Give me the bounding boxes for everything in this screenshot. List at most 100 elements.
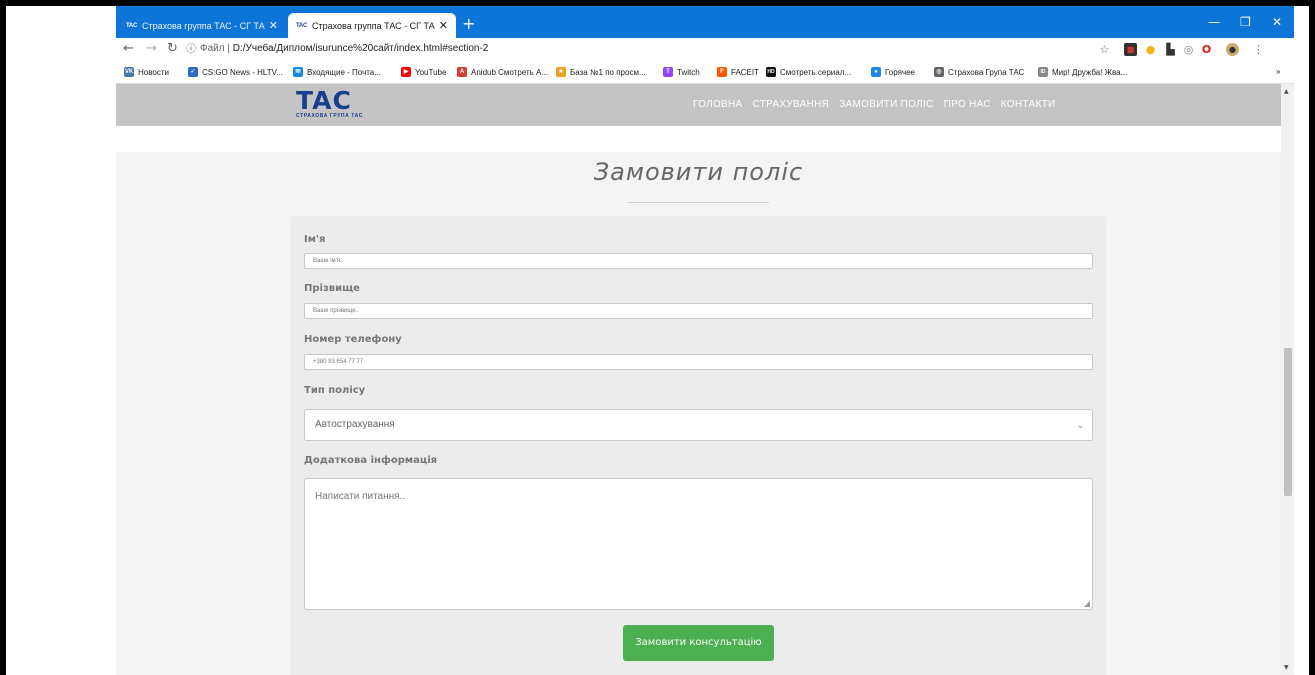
minimize-icon[interactable]: — xyxy=(1208,15,1220,29)
site-logo[interactable]: TAC СТРАХОВА ГРУПА ТАС xyxy=(296,86,380,121)
logo-subtitle: СТРАХОВА ГРУПА ТАС xyxy=(296,113,363,119)
first-name-input[interactable]: Ваше ім'я.. xyxy=(304,253,1093,269)
resize-handle-icon[interactable]: ◢ xyxy=(1084,599,1090,608)
bookmark-mir[interactable]: ID Мир! Дружба! Жва... xyxy=(1038,67,1127,77)
additional-info-label: Додаткова інформація xyxy=(304,455,438,466)
page-scrollbar[interactable]: ▲ ▼ xyxy=(1281,84,1294,675)
order-consultation-button[interactable]: Замовити консультацію xyxy=(623,625,774,661)
browser-tab-1[interactable]: TAC Страхова группа ТАС - СГ ТАС ✕ xyxy=(118,13,286,38)
forward-arrow-icon[interactable]: → xyxy=(146,42,157,56)
url-text: D:/Учеба/Диплом/isurunce%20сайт/index.ht… xyxy=(232,43,489,54)
bookmark-anidub[interactable]: A Anidub Смотреть А... xyxy=(457,67,548,77)
last-name-label: Прізвище xyxy=(304,283,360,294)
address-toolbar: ← → ↻ ⓘ Файл | D:/Учеба/Диплом/isurunce%… xyxy=(116,38,1294,62)
hot-icon: ● xyxy=(871,67,881,77)
bookmarks-bar: VK Новости ✓ CS:GO News - HLTV... ✉ Входящи… xyxy=(116,62,1294,84)
opera-extension-icon[interactable]: O xyxy=(1200,43,1213,56)
phone-label: Номер телефону xyxy=(304,334,402,345)
textarea-placeholder: Написати питання.. xyxy=(315,491,406,502)
bookmark-label: Страхова Група ТАС xyxy=(948,67,1025,77)
bookmark-youtube[interactable]: ▶ YouTube xyxy=(401,67,446,77)
mail-icon: ✉ xyxy=(293,67,303,77)
page-viewport: TAC СТРАХОВА ГРУПА ТАС ГОЛОВНА СТРАХУВАН… xyxy=(116,84,1281,675)
reload-icon[interactable]: ↻ xyxy=(167,42,178,56)
new-tab-button[interactable]: + xyxy=(462,16,475,32)
first-name-label: Ім'я xyxy=(304,234,326,245)
phone-input[interactable]: +380 93 654 77 77 xyxy=(304,354,1093,370)
globe-icon: ◎ xyxy=(934,67,944,77)
bookmark-label: Горячее xyxy=(885,67,916,77)
additional-info-textarea[interactable]: Написати питання.. ◢ xyxy=(304,478,1093,610)
bookmark-label: YouTube xyxy=(415,67,447,77)
screenshot-frame: TAC Страхова группа ТАС - СГ ТАС ✕ TAC С… xyxy=(0,0,1315,675)
bookmark-baza[interactable]: ★ База №1 по просм... xyxy=(556,67,646,77)
twitch-icon: T xyxy=(663,67,673,77)
hltv-icon: ✓ xyxy=(188,67,198,77)
bookmark-hot[interactable]: ● Горячее xyxy=(871,67,915,77)
nav-link-contacts[interactable]: КОНТАКТИ xyxy=(1001,99,1056,110)
anidub-icon: A xyxy=(457,67,467,77)
extension-1-icon[interactable]: ■ xyxy=(1124,43,1137,56)
faceit-icon: F xyxy=(717,67,727,77)
tab-favicon-icon: TAC xyxy=(296,22,307,29)
header-spacer xyxy=(116,126,1281,152)
bookmarks-more-button[interactable]: » xyxy=(1276,67,1280,76)
youtube-icon: ▶ xyxy=(401,67,411,77)
scroll-down-icon[interactable]: ▼ xyxy=(1284,664,1289,671)
extension-3-icon[interactable]: ▙ xyxy=(1164,43,1177,56)
bookmark-mail[interactable]: ✉ Входящие - Почта... xyxy=(293,67,381,77)
nav-link-about[interactable]: ПРО НАС xyxy=(944,99,991,110)
scroll-up-icon[interactable]: ▲ xyxy=(1284,88,1289,95)
chevron-down-icon: ⌄ xyxy=(1076,420,1084,430)
bookmark-star-icon[interactable]: ☆ xyxy=(1098,43,1111,56)
policy-type-value: Автострахування xyxy=(315,419,395,430)
policy-type-label: Тип полісу xyxy=(304,385,366,396)
bookmark-label: База №1 по просм... xyxy=(570,67,646,77)
tab-title: Страхова группа ТАС - СГ ТАС xyxy=(142,20,265,31)
url-scheme-label: Файл xyxy=(200,43,225,54)
id-icon: ID xyxy=(1038,67,1048,77)
close-icon[interactable]: ✕ xyxy=(269,19,278,32)
bookmark-vk[interactable]: VK Новости xyxy=(124,67,169,77)
extension-4-icon[interactable]: ◎ xyxy=(1182,43,1195,56)
nav-link-insurance[interactable]: СТРАХУВАННЯ xyxy=(753,99,830,110)
window-close-icon[interactable]: ✕ xyxy=(1272,15,1282,29)
last-name-input[interactable]: Ваше прізвище.. xyxy=(304,303,1093,319)
order-policy-form: Ім'я Ваше ім'я.. Прізвище Ваше прізвище.… xyxy=(290,216,1106,675)
tab-strip: TAC Страхова группа ТАС - СГ ТАС ✕ TAC С… xyxy=(116,6,1294,38)
restore-icon[interactable]: ❐ xyxy=(1240,15,1251,29)
browser-menu-icon[interactable]: ⋮ xyxy=(1252,43,1265,56)
hd-icon: HD xyxy=(766,67,776,77)
frame-border-left xyxy=(0,0,6,675)
info-icon[interactable]: ⓘ xyxy=(186,43,196,57)
logo-mark: TAC xyxy=(296,86,352,115)
extension-2-icon[interactable]: ● xyxy=(1144,43,1157,56)
bookmark-label: Anidub Смотреть А... xyxy=(471,67,549,77)
close-icon[interactable]: ✕ xyxy=(439,19,448,32)
browser-tab-2[interactable]: TAC Страхова группа ТАС - СГ ТАС ✕ xyxy=(288,13,456,38)
frame-border-right xyxy=(1309,0,1315,675)
bookmark-tas[interactable]: ◎ Страхова Група ТАС xyxy=(934,67,1024,77)
browser-window: TAC Страхова группа ТАС - СГ ТАС ✕ TAC С… xyxy=(116,6,1294,675)
bookmark-label: Мир! Дружба! Жва... xyxy=(1052,67,1128,77)
site-header: TAC СТРАХОВА ГРУПА ТАС ГОЛОВНА СТРАХУВАН… xyxy=(116,84,1281,126)
bookmark-label: Смотреть сериал... xyxy=(780,67,852,77)
back-arrow-icon[interactable]: ← xyxy=(123,42,134,56)
tab-title: Страхова группа ТАС - СГ ТАС xyxy=(312,20,435,31)
nav-link-home[interactable]: ГОЛОВНА xyxy=(693,99,743,110)
bookmark-label: CS:GO News - HLTV... xyxy=(202,67,283,77)
bookmark-faceit[interactable]: F FACEIT xyxy=(717,67,759,77)
bookmark-hd[interactable]: HD Смотреть сериал... xyxy=(766,67,851,77)
main-nav: ГОЛОВНА СТРАХУВАННЯ ЗАМОВИТИ ПОЛІС ПРО Н… xyxy=(693,99,1055,110)
scrollbar-thumb[interactable] xyxy=(1284,348,1292,496)
policy-type-select[interactable]: Автострахування ⌄ xyxy=(304,409,1093,441)
nav-link-order[interactable]: ЗАМОВИТИ ПОЛІС xyxy=(839,99,933,110)
bookmark-hltv[interactable]: ✓ CS:GO News - HLTV... xyxy=(188,67,283,77)
bookmark-label: Twitch xyxy=(677,67,700,77)
bookmark-twitch[interactable]: T Twitch xyxy=(663,67,700,77)
profile-avatar-icon[interactable]: ● xyxy=(1226,43,1239,56)
bookmark-label: FACEIT xyxy=(731,67,760,77)
bookmark-label: Входящие - Почта... xyxy=(307,67,381,77)
tab-favicon-icon: TAC xyxy=(126,22,137,29)
address-bar[interactable]: Файл | D:/Учеба/Диплом/isurunce%20сайт/i… xyxy=(200,43,488,54)
